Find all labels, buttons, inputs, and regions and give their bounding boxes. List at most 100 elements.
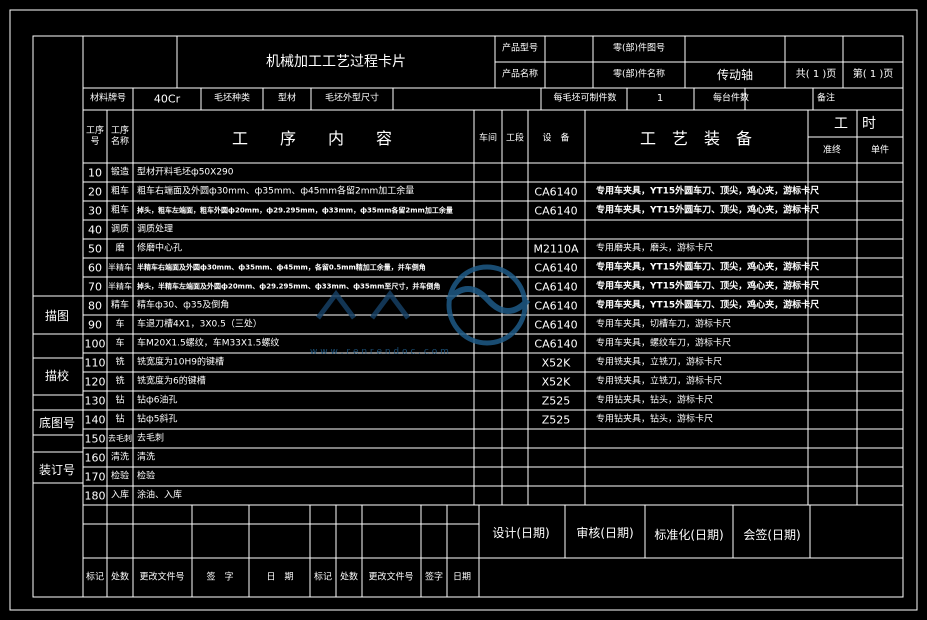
op-equipment: CA6140 bbox=[534, 299, 578, 312]
op-equipment: CA6140 bbox=[534, 261, 578, 274]
op-number: 130 bbox=[84, 394, 106, 407]
op-equipment: CA6140 bbox=[534, 185, 578, 198]
op-name: 检验 bbox=[110, 471, 130, 481]
op-content: 车M20X1.5螺纹，车M33X1.5螺纹 bbox=[137, 338, 280, 348]
op-number: 120 bbox=[84, 375, 106, 388]
op-name: 铣 bbox=[115, 357, 125, 367]
col-op-content: 工 序 内 容 bbox=[231, 129, 393, 148]
part-name-label: 零(部)件名称 bbox=[612, 69, 666, 80]
remark-label: 备注 bbox=[816, 93, 836, 104]
op-tooling: 专用车夹具，YT15外圆车刀、顶尖，鸡心夹，游标卡尺 bbox=[596, 262, 820, 272]
op-name: 调质 bbox=[110, 224, 130, 234]
op-number: 80 bbox=[88, 299, 102, 312]
op-content: 粗车右端面及外圆ф30mm、ф35mm、ф45mm各留2mm加工余量 bbox=[137, 186, 415, 196]
op-name: 钻 bbox=[115, 395, 125, 405]
op-name: 精车 bbox=[110, 300, 130, 310]
op-name: 车 bbox=[115, 319, 125, 329]
op-content: 去毛刺 bbox=[137, 433, 165, 443]
op-tooling: 专用车夹具，YT15外圆车刀、顶尖，鸡心夹，游标卡尺 bbox=[596, 205, 820, 215]
op-number: 150 bbox=[84, 432, 106, 445]
op-tooling: 专用钻夹具，钻头，游标卡尺 bbox=[596, 414, 714, 424]
op-equipment: Z525 bbox=[541, 394, 571, 407]
per-blank-value: 1 bbox=[656, 93, 664, 104]
watermark-url: w w w . r e n r e n d o c . c o m bbox=[310, 347, 449, 357]
op-content: 检验 bbox=[137, 471, 156, 481]
blank-size-label: 毛坯外型尺寸 bbox=[324, 93, 380, 104]
side-trace: 描图 bbox=[44, 309, 70, 323]
blank-type-label: 毛坯种类 bbox=[213, 93, 251, 104]
part-drawing-label: 零(部)件图号 bbox=[612, 43, 666, 54]
op-name: 粗车 bbox=[110, 205, 130, 215]
op-name: 锻造 bbox=[110, 167, 130, 177]
col-tooling: 工 艺 装 备 bbox=[639, 129, 753, 148]
side-base-drawing: 底图号 bbox=[38, 416, 76, 430]
op-equipment: X52K bbox=[541, 375, 571, 388]
side-trace-check: 描校 bbox=[44, 369, 70, 383]
op-name: 磨 bbox=[115, 243, 125, 253]
op-equipment: M2110A bbox=[533, 242, 579, 255]
op-content: 车退刀槽4X1，3X0.5（三处） bbox=[137, 319, 262, 329]
op-content: 半精车右端面及外圆ф30mm、ф35mm、ф45mm，各留0.5mm精加工余量，… bbox=[137, 263, 426, 271]
part-name-value: 传动轴 bbox=[716, 68, 754, 82]
footer-signature: 签 字 bbox=[206, 572, 234, 583]
col-op-no: 工序号 bbox=[86, 126, 105, 147]
op-name: 入库 bbox=[110, 490, 130, 500]
op-name: 去毛刺 bbox=[108, 433, 132, 443]
op-content: 钻ф6油孔 bbox=[137, 395, 178, 405]
col-prep-time: 准终 bbox=[822, 145, 842, 156]
op-tooling: 专用钻夹具，钻头，游标卡尺 bbox=[596, 395, 714, 405]
op-number: 70 bbox=[88, 280, 102, 293]
material-grade-value: 40Cr bbox=[153, 92, 181, 106]
product-name-label: 产品名称 bbox=[501, 69, 539, 80]
op-tooling: 专用车夹具，YT15外圆车刀、顶尖，鸡心夹，游标卡尺 bbox=[596, 281, 820, 291]
op-tooling: 专用车夹具，YT15外圆车刀、顶尖，鸡心夹，游标卡尺 bbox=[596, 186, 820, 196]
col-workshop: 车间 bbox=[478, 133, 498, 144]
op-content: 精车ф30、ф35及倒角 bbox=[137, 300, 230, 310]
op-tooling: 专用磨夹具，磨头，游标卡尺 bbox=[596, 243, 714, 253]
footer-mark: 标记 bbox=[85, 572, 105, 583]
op-number: 110 bbox=[84, 356, 106, 369]
op-number: 100 bbox=[84, 337, 106, 350]
footer-change-doc-2: 更改文件号 bbox=[368, 572, 414, 583]
op-content: 调质处理 bbox=[137, 224, 174, 234]
op-name: 车 bbox=[115, 338, 125, 348]
op-equipment: CA6140 bbox=[534, 318, 578, 331]
footer-date: 日 期 bbox=[266, 572, 294, 583]
op-content: 修磨中心孔 bbox=[137, 243, 183, 253]
op-tooling: 专用铣夹具，立铣刀，游标卡尺 bbox=[596, 357, 723, 367]
op-number: 90 bbox=[88, 318, 102, 331]
op-number: 160 bbox=[84, 451, 106, 464]
sign-design: 设计(日期) bbox=[492, 526, 550, 540]
op-number: 180 bbox=[84, 489, 106, 502]
op-content: 铣宽度为10H9的键槽 bbox=[137, 357, 224, 367]
op-tooling: 专用车夹具，切槽车刀，游标卡尺 bbox=[596, 319, 732, 329]
op-number: 30 bbox=[88, 204, 102, 217]
footer-count: 处数 bbox=[110, 572, 130, 583]
sign-review: 审核(日期) bbox=[576, 526, 634, 540]
footer-signature-2: 签字 bbox=[424, 572, 444, 583]
op-number: 60 bbox=[88, 261, 102, 274]
op-tooling: 专用铣夹具，立铣刀，游标卡尺 bbox=[596, 376, 723, 386]
op-number: 50 bbox=[88, 242, 102, 255]
op-content: 清洗 bbox=[137, 452, 156, 462]
sign-standard: 标准化(日期) bbox=[654, 528, 724, 542]
col-equipment: 设 备 bbox=[542, 133, 570, 144]
op-name: 清洗 bbox=[110, 452, 130, 462]
op-number: 10 bbox=[88, 166, 102, 179]
op-name: 半精车 bbox=[108, 281, 132, 291]
footer-mark-2: 标记 bbox=[313, 572, 333, 583]
total-pages: 共( 1 )页 bbox=[795, 69, 837, 80]
op-content: 掉头，粗车左端面，粗车外圆ф20mm，ф29.295mm，ф33mm，ф35mm… bbox=[137, 206, 453, 214]
op-number: 20 bbox=[88, 185, 102, 198]
col-time: 工 时 bbox=[834, 116, 876, 132]
op-tooling: 专用车夹具，YT15外圆车刀、顶尖，鸡心夹，游标卡尺 bbox=[596, 300, 820, 310]
per-unit-label: 每台件数 bbox=[712, 93, 750, 104]
footer-count-2: 处数 bbox=[339, 572, 359, 583]
footer-date-2: 日期 bbox=[452, 572, 472, 583]
blank-type-value: 型材 bbox=[277, 93, 297, 104]
per-blank-label: 每毛坯可制件数 bbox=[553, 93, 617, 104]
op-name: 铣 bbox=[115, 376, 125, 386]
sign-countersign: 会签(日期) bbox=[743, 528, 801, 542]
op-content: 钻ф5斜孔 bbox=[137, 414, 178, 424]
op-content: 掉头，半精车左端面及外圆ф20mm、ф29.295mm、ф33mm、ф35mm至… bbox=[137, 282, 441, 290]
